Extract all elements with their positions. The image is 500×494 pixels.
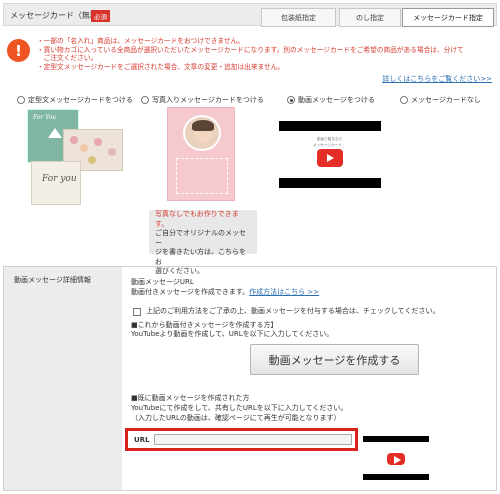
photo-note-red: 写真なしでもお作りできます。	[155, 210, 239, 228]
consent-label: 上記のご利用方法をご了承の上、動画メッセージを付与する場合は、チェックしてくださ…	[146, 307, 440, 315]
video-screen: 動画で贈るなら メッセージカード	[279, 131, 381, 178]
radio-video-message[interactable]	[287, 96, 295, 104]
section-side: 動画メッセージ詳細情報	[4, 267, 122, 490]
video-intro: 動画付きメッセージを作成できます。作成方法はこちら >>	[131, 288, 319, 297]
required-badge: 必須	[91, 10, 110, 22]
notice-line: ・一部の「名入れ」商品は、メッセージカードをおつけできません。	[37, 37, 244, 45]
existing-desc-2: （入力したURLの動画は、確認ページにて再生が可能となります）	[131, 414, 341, 422]
notice-line: ご注文ください。	[37, 54, 98, 63]
photo-note-line: ご自分でオリジナルのメッセー	[155, 229, 246, 247]
video-url-heading: 動画メッセージURL	[131, 278, 194, 286]
step-noshi[interactable]: のし指定	[339, 8, 401, 27]
option-video-message[interactable]: 動画メッセージをつける	[287, 95, 375, 105]
photo-note-line: ジを書きたい方は、こちらをお	[155, 248, 246, 266]
option-template-card[interactable]: 定型文メッセージカードをつける	[17, 95, 133, 105]
option-no-card[interactable]: メッセージカードなし	[400, 95, 481, 105]
play-icon[interactable]	[387, 453, 405, 465]
notice-line: ・買い物カゴに入っている全商品が選択いただいたメッセージカードになります。別のメ…	[37, 45, 464, 54]
create-desc: YouTubeより動画を作成して、URLを以下に入力してください。	[131, 330, 334, 338]
section-side-label: 動画メッセージ詳細情報	[14, 276, 91, 284]
howto-link[interactable]: 作成方法はこちら >>	[249, 288, 319, 296]
video-thumbnail[interactable]: 動画で贈るなら メッセージカード	[279, 121, 381, 188]
create-video-message-button[interactable]: 動画メッセージを作成する	[250, 344, 419, 375]
consent-checkbox[interactable]	[133, 308, 141, 316]
option-label: 写真入りメッセージカードをつける	[152, 96, 264, 104]
notice-line: ・定型文メッセージカードをご選択された場合、文章の変更・追加は出来ません。	[37, 62, 285, 71]
video-screen	[363, 442, 429, 474]
play-icon[interactable]	[317, 149, 343, 167]
option-label: 定型文メッセージカードをつける	[28, 96, 133, 104]
step-message-card[interactable]: メッセージカード指定	[402, 8, 494, 27]
exclamation-icon: !	[7, 39, 30, 62]
radio-no-card[interactable]	[400, 96, 408, 104]
card-options: 定型文メッセージカードをつける 写真入りメッセージカードをつける 動画メッセージ…	[17, 95, 492, 107]
card-script-text: For you	[42, 174, 77, 184]
card-script-text: For You	[33, 114, 57, 121]
video-intro-text: 動画付きメッセージを作成できます。	[131, 288, 250, 296]
create-heading: ■これから動画付きメッセージを作成する方】	[131, 321, 278, 329]
radio-photo-card[interactable]	[141, 96, 149, 104]
url-label: URL	[134, 436, 150, 444]
existing-desc-1: YouTubeにて作成をして、共有したURLを以下に入力してください。	[131, 404, 348, 412]
photo-card-sample	[167, 107, 235, 201]
video-thumb-text: メッセージカード	[313, 143, 342, 147]
url-input[interactable]	[154, 434, 352, 445]
option-label: 動画メッセージをつける	[298, 96, 375, 104]
photo-card-note: 写真なしでもお作りできます。 ご自分でオリジナルのメッセー ジを書きたい方は、こ…	[149, 210, 257, 275]
baby-photo	[183, 115, 221, 151]
video-preview-thumbnail[interactable]	[363, 436, 429, 480]
message-card-header: メッセージカード（無料） 必須 包装紙指定 のし指定 メッセージカード指定	[3, 3, 497, 27]
card-sample-script: For you	[31, 161, 81, 205]
option-photo-card[interactable]: 写真入りメッセージカードをつける	[141, 95, 264, 105]
template-card-samples: For You For you	[25, 107, 135, 205]
step-wrapping[interactable]: 包装紙指定	[261, 8, 336, 27]
option-label: メッセージカードなし	[411, 96, 481, 104]
url-highlight-frame: URL	[125, 428, 358, 451]
radio-template-card[interactable]	[17, 96, 25, 104]
notice-text: ・一部の「名入れ」商品は、メッセージカードをおつけできません。 ・買い物カゴに入…	[37, 37, 495, 71]
video-thumb-text: 動画で贈るなら	[317, 137, 343, 141]
detail-link[interactable]: 詳しくはこちらをご覧ください>>	[382, 74, 492, 84]
bird-graphic	[48, 128, 62, 138]
existing-heading: ■既に動画メッセージを作成された方	[131, 394, 250, 402]
photo-card-text-area	[176, 158, 228, 194]
